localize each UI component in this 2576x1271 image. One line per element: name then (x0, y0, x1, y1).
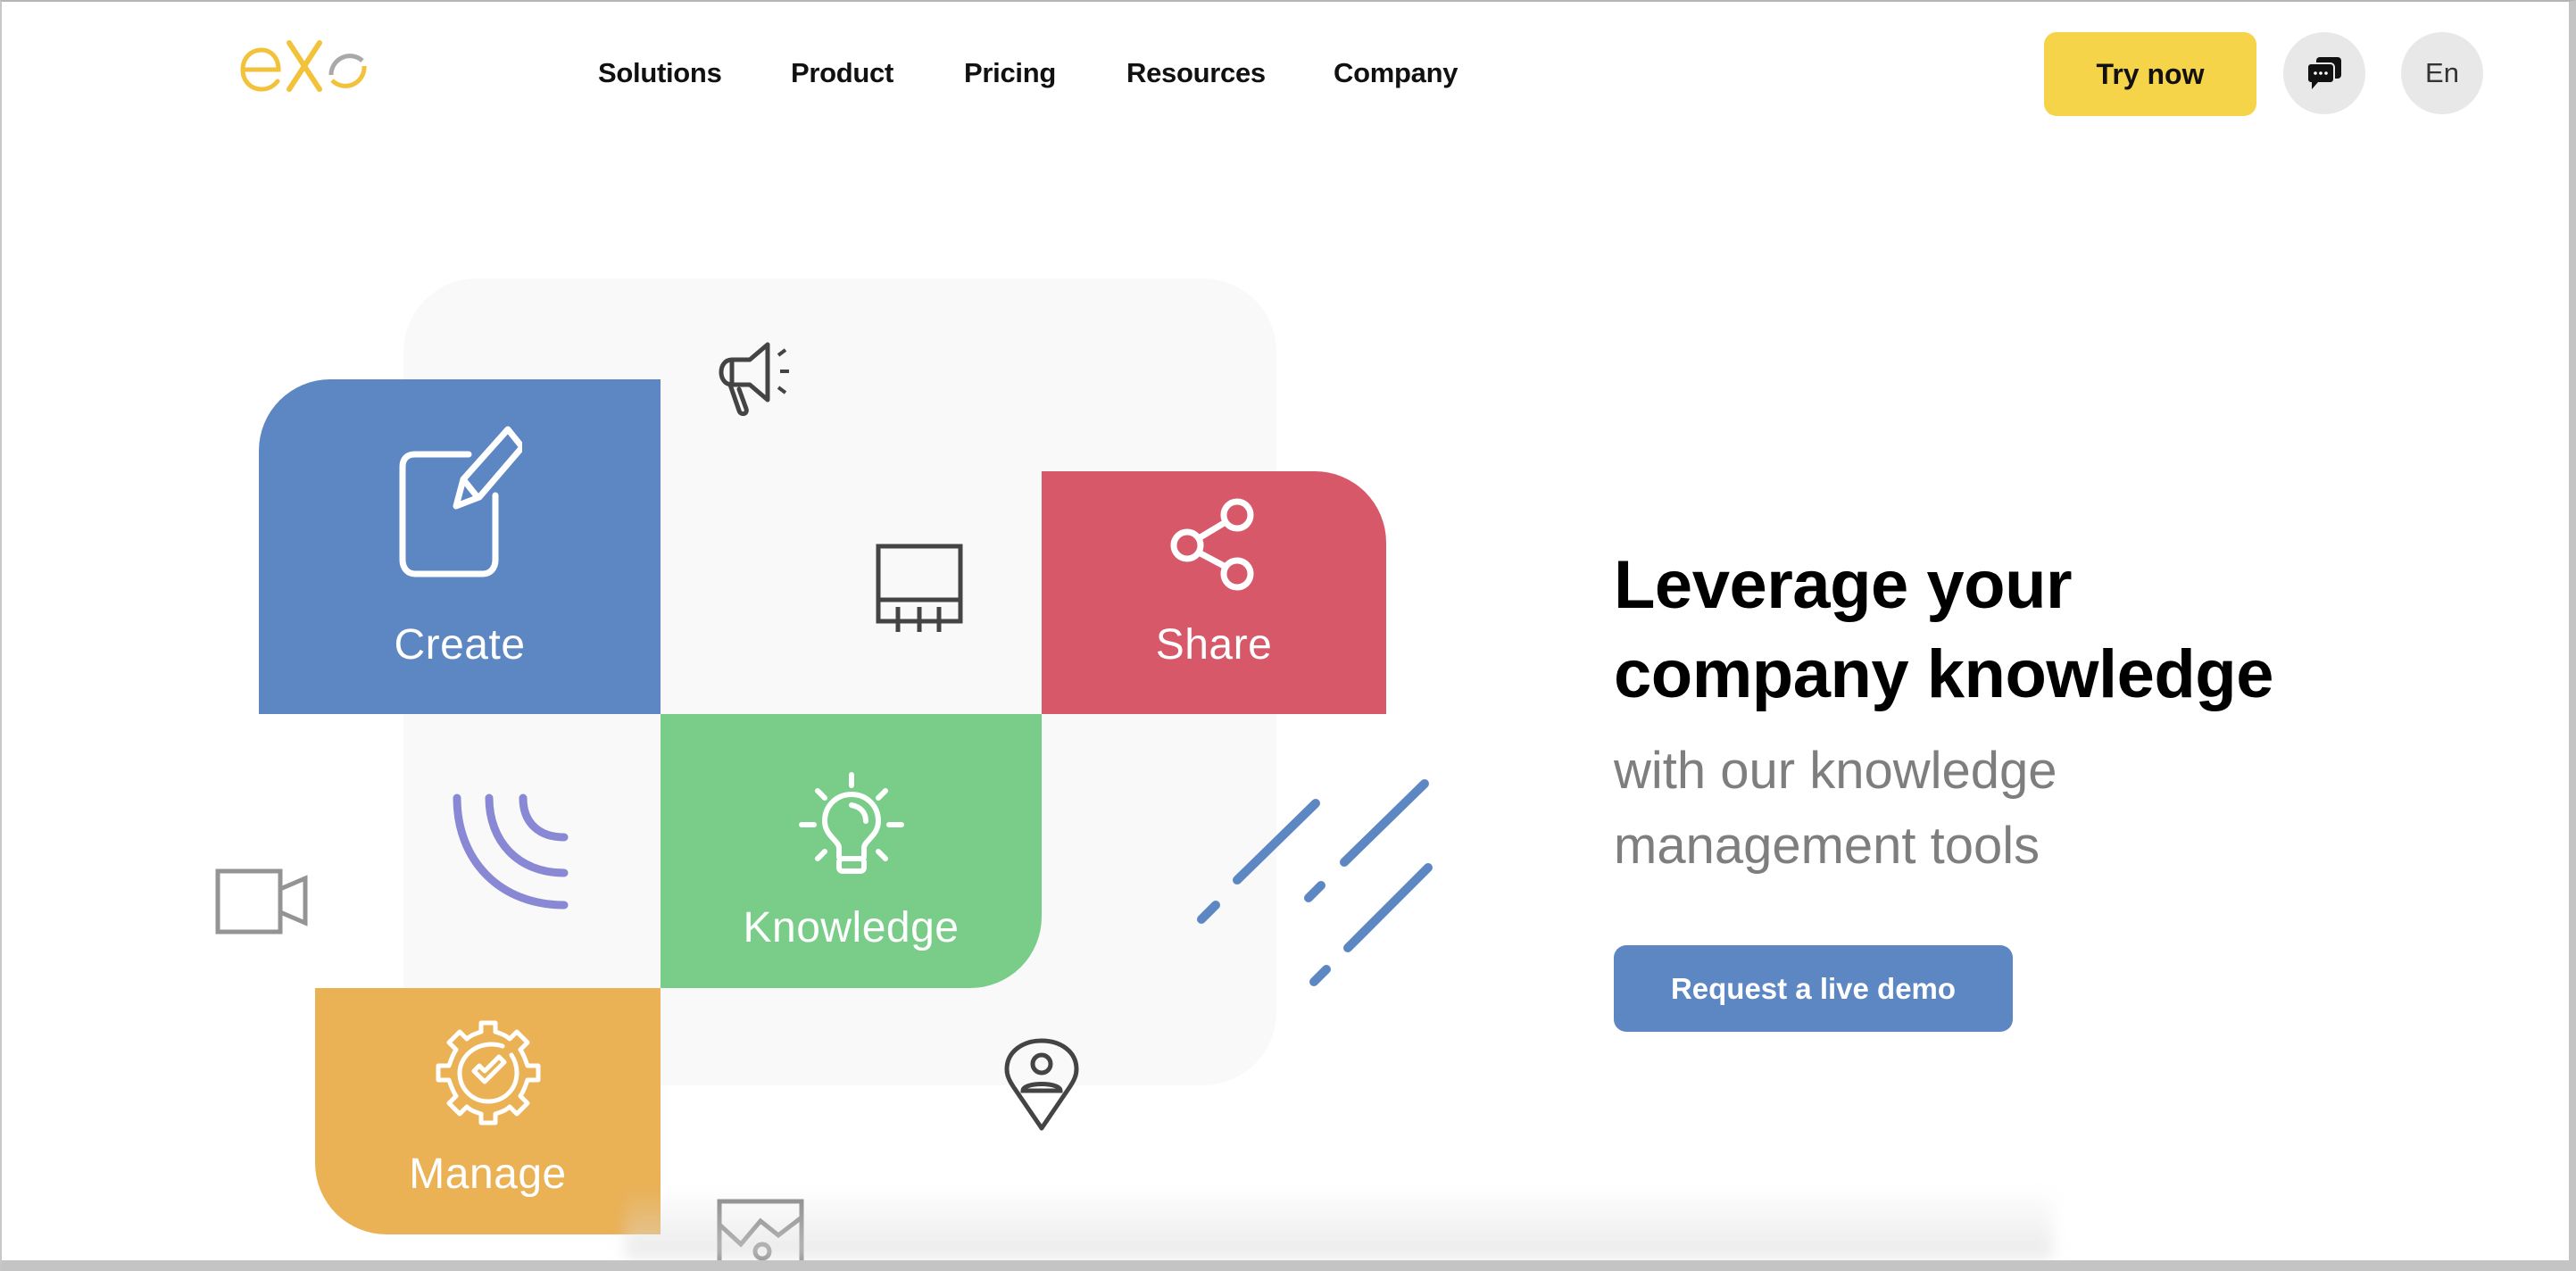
tile-knowledge[interactable]: Knowledge (661, 714, 1042, 988)
exo-logo[interactable] (239, 37, 370, 93)
request-demo-button[interactable]: Request a live demo (1614, 945, 2013, 1032)
language-label: En (2425, 57, 2459, 88)
hero-headline: Leverage your company knowledge (1614, 541, 2274, 719)
nav-resources[interactable]: Resources (1126, 57, 1266, 89)
edit-pencil-icon (399, 426, 522, 577)
subline-line-2: management tools (1614, 817, 2040, 875)
tile-manage-label: Manage (409, 1151, 567, 1198)
video-camera-icon (215, 868, 308, 935)
nav-solutions[interactable]: Solutions (598, 57, 722, 89)
nav-product[interactable]: Product (791, 57, 893, 89)
headline-line-2: company knowledge (1614, 636, 2274, 712)
headline-line-1: Leverage your (1614, 547, 2073, 623)
chat-button[interactable] (2283, 32, 2365, 114)
location-person-icon (1004, 1038, 1079, 1131)
signal-arcs-icon (453, 793, 569, 910)
nav-company[interactable]: Company (1334, 57, 1458, 89)
hero-subline: with our knowledge management tools (1614, 734, 2057, 884)
tile-share-label: Share (1155, 621, 1273, 669)
tile-create-label: Create (394, 621, 526, 669)
nav-pricing[interactable]: Pricing (964, 57, 1056, 89)
logo-icon (240, 40, 367, 92)
chat-bubbles-icon (2306, 57, 2341, 89)
lightbulb-icon (798, 772, 904, 874)
tile-create[interactable]: Create (259, 379, 661, 714)
megaphone-icon (719, 342, 789, 417)
bottom-shadow (625, 1187, 2053, 1259)
diagonal-lines-decoration (1197, 779, 1433, 986)
presentation-board-icon (876, 544, 963, 632)
subline-line-1: with our knowledge (1614, 742, 2057, 800)
tile-knowledge-label: Knowledge (743, 904, 960, 951)
gear-check-icon (436, 1020, 540, 1126)
share-icon (1170, 498, 1254, 591)
tile-share[interactable]: Share (1042, 471, 1386, 714)
language-selector[interactable]: En (2401, 32, 2483, 114)
try-now-button[interactable]: Try now (2044, 32, 2256, 116)
tile-manage[interactable]: Manage (315, 988, 661, 1234)
